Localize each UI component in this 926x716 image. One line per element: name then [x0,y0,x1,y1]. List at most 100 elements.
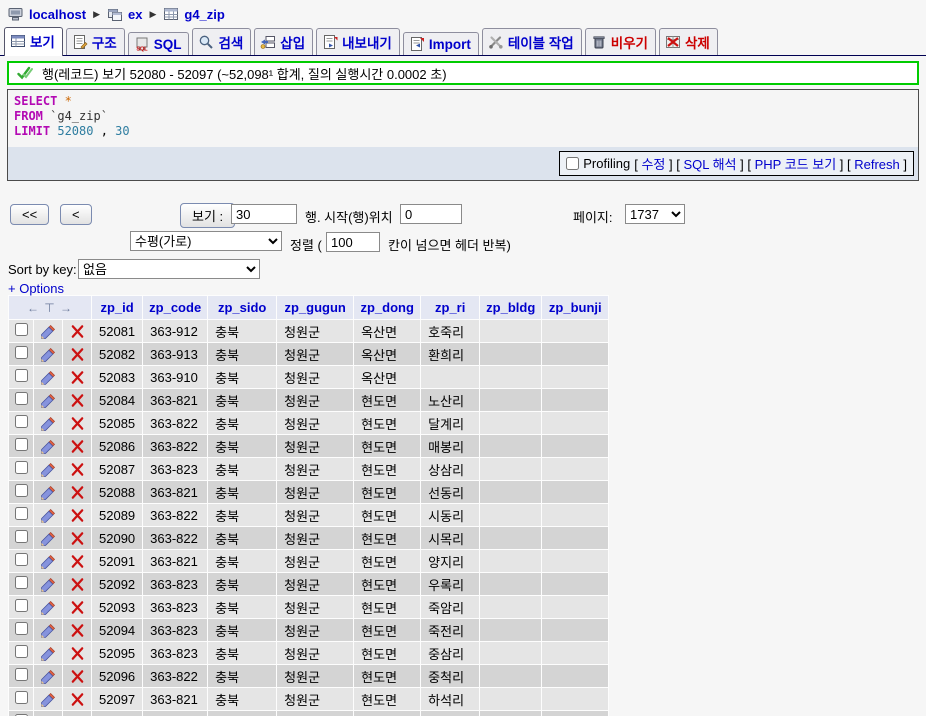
row-select-checkbox[interactable] [15,392,28,405]
column-header-zp-code[interactable]: zp_code [143,296,207,319]
edit-pencil-icon[interactable] [41,324,56,339]
delete-x-icon[interactable] [70,416,85,431]
tab-export[interactable]: 내보내기 [316,28,400,55]
profiling-link[interactable]: Refresh [854,157,900,172]
tab-import[interactable]: Import [403,32,479,55]
edit-pencil-icon[interactable] [41,600,56,615]
edit-pencil-icon[interactable] [41,370,56,385]
delete-x-icon[interactable] [70,646,85,661]
delete-x-icon[interactable] [70,554,85,569]
column-header-zp-sido[interactable]: zp_sido [208,296,276,319]
row-select-checkbox[interactable] [15,507,28,520]
profiling-link[interactable]: 수정 [641,157,665,172]
delete-x-icon[interactable] [70,692,85,707]
prev-page-button[interactable]: < [60,204,92,225]
tab-empty[interactable]: 비우기 [585,28,656,55]
tab-sql[interactable]: SQL SQL [128,32,190,55]
delete-x-icon[interactable] [70,370,85,385]
cell-zp_dong: 현도면 [354,389,420,411]
tab-bar: 보기 구조 SQL SQL 검색 삽입 내보내기 Import 테이블 작업 비… [0,27,926,56]
cell-zp_bldg [480,458,541,480]
delete-x-icon[interactable] [70,508,85,523]
tab-search[interactable]: 검색 [192,28,251,55]
delete-x-icon[interactable] [70,531,85,546]
breadcrumb-database-link[interactable]: ex [128,7,142,22]
row-select-checkbox[interactable] [15,599,28,612]
show-rows-button[interactable]: 보기 : [180,203,235,228]
breadcrumb-server-link[interactable]: localhost [29,7,86,22]
profiling-link[interactable]: SQL 해석 [683,157,736,172]
first-page-button[interactable]: << [10,204,49,225]
edit-pencil-icon[interactable] [41,508,56,523]
cell-zp_dong: 현도면 [354,619,420,641]
edit-pencil-icon[interactable] [41,531,56,546]
row-select-checkbox[interactable] [15,415,28,428]
row-select-checkbox[interactable] [15,622,28,635]
svg-text:SQL: SQL [136,47,148,53]
cell-zp_gugun: 청원군 [277,504,353,526]
profiling-link[interactable]: PHP 코드 보기 [755,157,837,172]
delete-x-icon[interactable] [70,623,85,638]
repeat-headers-input[interactable] [326,232,380,252]
row-select-checkbox[interactable] [15,369,28,382]
row-select-checkbox[interactable] [15,484,28,497]
row-select-checkbox[interactable] [15,346,28,359]
start-row-input[interactable] [400,204,462,224]
edit-pencil-icon[interactable] [41,393,56,408]
row-select-checkbox[interactable] [15,438,28,451]
cell-zp_gugun: 청원군 [277,527,353,549]
delete-x-icon[interactable] [70,669,85,684]
delete-x-icon[interactable] [70,347,85,362]
row-select-checkbox[interactable] [15,530,28,543]
edit-pencil-icon[interactable] [41,623,56,638]
edit-pencil-icon[interactable] [41,669,56,684]
delete-x-icon[interactable] [70,462,85,477]
delete-x-icon[interactable] [70,324,85,339]
edit-pencil-icon[interactable] [41,554,56,569]
column-header-zp-bldg[interactable]: zp_bldg [480,296,541,319]
delete-x-icon[interactable] [70,439,85,454]
delete-x-icon[interactable] [70,393,85,408]
tab-insert[interactable]: 삽입 [254,28,313,55]
delete-x-icon[interactable] [70,577,85,592]
delete-x-icon[interactable] [70,600,85,615]
row-select-checkbox[interactable] [15,576,28,589]
breadcrumb-table-link[interactable]: g4_zip [184,7,224,22]
row-select-checkbox[interactable] [15,553,28,566]
row-select-checkbox[interactable] [15,668,28,681]
edit-pencil-icon[interactable] [41,692,56,707]
edit-pencil-icon[interactable] [41,416,56,431]
column-header-zp-dong[interactable]: zp_dong [354,296,420,319]
row-select-checkbox[interactable] [15,323,28,336]
edit-pencil-icon[interactable] [41,577,56,592]
column-header-zp-bunji[interactable]: zp_bunji [542,296,608,319]
cell-zp_ri: 달계리 [421,412,479,434]
table-row: 52097363-821충북청원군현도면하석리 [9,688,608,710]
profiling-checkbox[interactable] [566,157,579,170]
num-rows-input[interactable] [231,204,297,224]
tab-operations[interactable]: 테이블 작업 [482,28,582,55]
edit-pencil-icon[interactable] [41,347,56,362]
display-mode-select[interactable]: 수평(가로) [130,231,282,251]
edit-pencil-icon[interactable] [41,646,56,661]
options-toggle-link[interactable]: + Options [8,281,64,296]
row-select-checkbox[interactable] [15,461,28,474]
delete-x-icon[interactable] [70,485,85,500]
table-row: 52086363-822충북청원군현도면매봉리 [9,435,608,457]
tab-browse[interactable]: 보기 [4,27,63,56]
edit-pencil-icon[interactable] [41,462,56,477]
column-header-zp-gugun[interactable]: zp_gugun [277,296,353,319]
row-select-checkbox[interactable] [15,645,28,658]
sort-by-key-select[interactable]: 없음 [78,259,260,279]
column-header-zp-id[interactable]: zp_id [92,296,142,319]
edit-pencil-icon[interactable] [41,485,56,500]
edit-pencil-icon[interactable] [41,439,56,454]
tab-drop[interactable]: 삭제 [659,28,718,55]
tab-structure[interactable]: 구조 [66,28,125,55]
row-select-checkbox[interactable] [15,691,28,704]
status-message: 행(레코드) 보기 52080 - 52097 (~52,098¹ 합계, 질의… [42,64,447,83]
column-header-zp-ri[interactable]: zp_ri [421,296,479,319]
trash-icon [591,34,607,50]
cell-zp_bldg [480,481,541,503]
page-select[interactable]: 1737 [625,204,685,224]
